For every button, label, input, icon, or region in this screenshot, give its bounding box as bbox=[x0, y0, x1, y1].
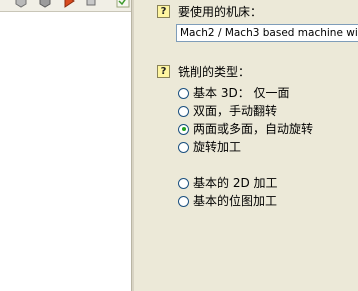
radio-button[interactable] bbox=[178, 177, 189, 189]
radio-button[interactable] bbox=[178, 195, 189, 207]
radio-button[interactable] bbox=[178, 105, 189, 117]
toolbar-check-icon[interactable] bbox=[116, 0, 130, 8]
help-icon-milling-type[interactable]: ? bbox=[157, 65, 170, 78]
radio-button-checked[interactable] bbox=[178, 123, 189, 135]
toolbar-arrow-icon[interactable] bbox=[62, 0, 76, 8]
toolbar-3d-icon[interactable] bbox=[14, 0, 28, 8]
left-pane bbox=[0, 0, 131, 291]
radio-button[interactable] bbox=[178, 141, 189, 153]
radio-label: 双面，手动翻转 bbox=[193, 104, 278, 118]
toolbar-box-icon[interactable] bbox=[38, 0, 52, 8]
radio-label: 两面或多面，自动旋转 bbox=[193, 122, 314, 136]
radio-two-sided-manual[interactable]: 双面，手动翻转 bbox=[178, 104, 277, 118]
radio-label: 基本的 2D 加工 bbox=[193, 176, 278, 190]
radio-basic-2d[interactable]: 基本的 2D 加工 bbox=[178, 176, 278, 190]
help-icon-machine[interactable]: ? bbox=[157, 5, 170, 18]
radio-basic-bitmap[interactable]: 基本的位图加工 bbox=[178, 194, 277, 208]
radio-label: 基本的位图加工 bbox=[193, 194, 278, 208]
machine-select[interactable]: Mach2 / Mach3 based machine with R bbox=[176, 24, 358, 42]
radio-label: 旋转加工 bbox=[193, 140, 242, 154]
milling-type-label: 铣削的类型： bbox=[178, 65, 251, 79]
radio-label: 基本 3D： 仅一面 bbox=[193, 86, 290, 100]
radio-multi-sided-auto[interactable]: 两面或多面，自动旋转 bbox=[178, 122, 313, 136]
radio-button[interactable] bbox=[178, 87, 189, 99]
pane-divider[interactable] bbox=[131, 0, 134, 291]
radio-rotary[interactable]: 旋转加工 bbox=[178, 140, 241, 154]
toolbar-tool-icon[interactable] bbox=[84, 0, 98, 8]
machine-label: 要使用的机床： bbox=[178, 5, 263, 19]
left-toolbar bbox=[0, 0, 131, 12]
radio-basic-3d[interactable]: 基本 3D： 仅一面 bbox=[178, 86, 290, 100]
